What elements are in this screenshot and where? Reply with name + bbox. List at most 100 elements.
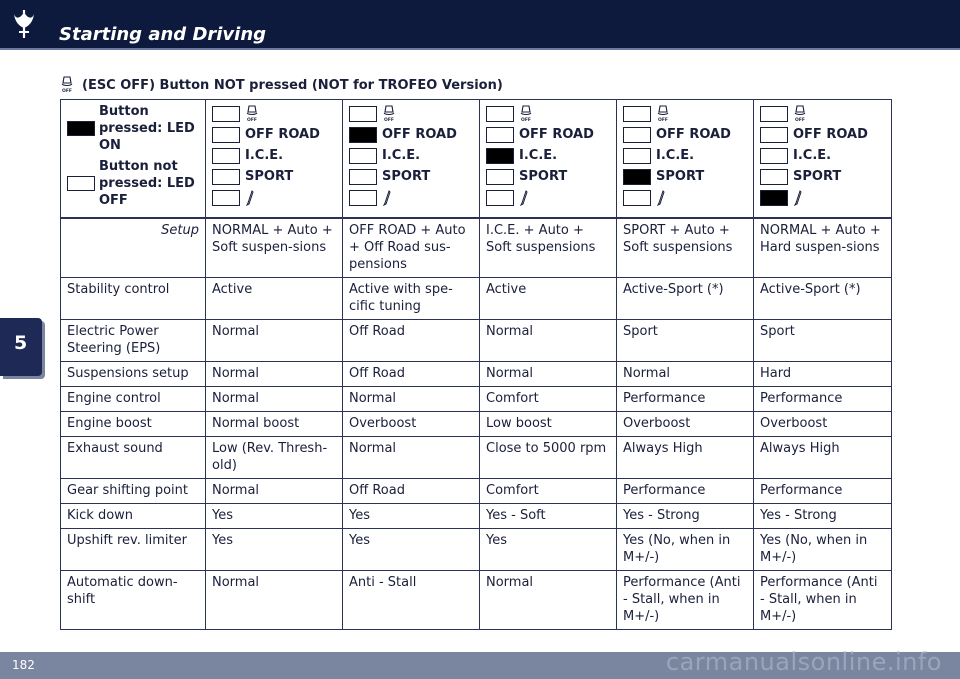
button-state-esc: OFF xyxy=(486,103,610,124)
table-cell: NORMAL + Auto + Soft suspen-sions xyxy=(205,217,343,278)
table-cell: Yes - Soft xyxy=(479,503,617,529)
led-off-swatch xyxy=(212,105,240,122)
table-row: Stability control Active Active with spe-c… xyxy=(60,277,892,320)
led-off-swatch xyxy=(212,189,240,206)
table-cell: Yes xyxy=(205,528,343,571)
table-row: Engine boost Normal boost Overboost Low boo… xyxy=(60,411,892,437)
button-state-esc: OFF xyxy=(349,103,473,124)
mode-column-4: OFF OFF ROAD I.C.E. SPORT xyxy=(616,99,754,219)
table-cell: Off Road xyxy=(342,361,480,387)
table-cell: Normal xyxy=(205,570,343,630)
button-label: I.C.E. xyxy=(656,148,695,163)
led-off-swatch xyxy=(623,126,651,143)
button-label: OFF ROAD xyxy=(245,127,320,142)
table-cell: Normal xyxy=(479,361,617,387)
table-cell: OFF ROAD + Auto + Off Road sus-pensions xyxy=(342,217,480,278)
button-state-ice: I.C.E. xyxy=(212,145,336,166)
drive-modes-table: Button pressed: LED ON Button not presse… xyxy=(60,99,892,630)
button-label: I.C.E. xyxy=(793,148,832,163)
mode-column-3: OFF OFF ROAD I.C.E. SPORT xyxy=(479,99,617,219)
led-on-swatch xyxy=(349,126,377,143)
button-state-esc: OFF xyxy=(760,103,885,124)
led-off-swatch xyxy=(486,105,514,122)
chapter-tab[interactable]: 5 xyxy=(0,318,42,376)
table-cell: Normal xyxy=(205,386,343,412)
table-cell: Active-Sport (*) xyxy=(616,277,754,320)
table-cell: Performance xyxy=(753,478,892,504)
mode-column-2: OFF OFF ROAD I.C.E. SPORT xyxy=(342,99,480,219)
table-cell: Hard xyxy=(753,361,892,387)
svg-text:OFF: OFF xyxy=(384,117,394,123)
legend-pressed-label: Button pressed: LED ON xyxy=(99,104,195,153)
esc-off-icon: OFF xyxy=(246,104,258,123)
table-cell: Off Road xyxy=(342,319,480,362)
led-on-swatch xyxy=(67,121,95,136)
table-cell: Low boost xyxy=(479,411,617,437)
suspension-icon xyxy=(519,189,528,206)
svg-text:OFF: OFF xyxy=(247,117,257,123)
table-cell: Yes (No, when in M+/-) xyxy=(753,528,892,571)
page-number: 182 xyxy=(12,658,35,672)
svg-text:OFF: OFF xyxy=(521,117,531,123)
button-label: I.C.E. xyxy=(519,148,558,163)
led-off-swatch xyxy=(486,189,514,206)
table-cell: Performance xyxy=(616,478,754,504)
section-heading: OFF (ESC OFF) Button NOT pressed (NOT fo… xyxy=(60,74,503,96)
table-cell: Sport xyxy=(753,319,892,362)
watermark: carmanualsonline.info xyxy=(665,648,942,676)
table-cell: I.C.E. + Auto + Soft suspensions xyxy=(479,217,617,278)
row-label: Stability control xyxy=(60,277,206,320)
table-row: Gear shifting point Normal Off Road Comfort… xyxy=(60,478,892,504)
button-state-off-road: OFF ROAD xyxy=(623,124,747,145)
page-title: Starting and Driving xyxy=(59,24,267,45)
chapter-number: 5 xyxy=(14,332,28,354)
table-cell: Yes xyxy=(342,528,480,571)
row-label: Upshift rev. limiter xyxy=(60,528,206,571)
row-label: Kick down xyxy=(60,503,206,529)
table-cell: Overboost xyxy=(616,411,754,437)
led-off-swatch xyxy=(623,189,651,206)
button-label: SPORT xyxy=(793,169,842,184)
led-off-swatch xyxy=(760,168,788,185)
table-row: Automatic down-shift Normal Anti - Stall No… xyxy=(60,570,892,630)
svg-text:OFF: OFF xyxy=(658,117,668,123)
suspension-icon xyxy=(382,189,391,206)
button-label: OFF ROAD xyxy=(519,127,594,142)
table-cell: Always High xyxy=(753,436,892,479)
header-divider xyxy=(0,48,960,50)
suspension-icon xyxy=(245,189,254,206)
led-on-swatch xyxy=(760,189,788,206)
table-cell: Normal xyxy=(342,386,480,412)
table-cell: SPORT + Auto + Soft suspensions xyxy=(616,217,754,278)
table-cell: Yes - Strong xyxy=(616,503,754,529)
button-state-off-road: OFF ROAD xyxy=(349,124,473,145)
table-cell: Off Road xyxy=(342,478,480,504)
button-label: OFF ROAD xyxy=(656,127,731,142)
table-row: Electric Power Steering (EPS) Normal Off R… xyxy=(60,319,892,362)
suspension-icon xyxy=(793,189,802,206)
table-cell: Always High xyxy=(616,436,754,479)
row-label: Setup xyxy=(60,217,206,278)
led-off-swatch xyxy=(349,105,377,122)
table-header-row: Button pressed: LED ON Button not presse… xyxy=(60,99,892,219)
row-label: Engine boost xyxy=(60,411,206,437)
button-state-sport: SPORT xyxy=(623,166,747,187)
table-cell: NORMAL + Auto + Hard suspen-sions xyxy=(753,217,892,278)
esc-off-icon: OFF xyxy=(383,104,395,123)
mode-column-1: OFF OFF ROAD I.C.E. SPORT xyxy=(205,99,343,219)
esc-off-icon: OFF xyxy=(61,76,73,94)
table-cell: Performance xyxy=(753,386,892,412)
button-state-suspension xyxy=(760,187,885,208)
button-state-ice: I.C.E. xyxy=(349,145,473,166)
table-cell: Yes xyxy=(479,528,617,571)
table-cell: Overboost xyxy=(753,411,892,437)
row-label: Gear shifting point xyxy=(60,478,206,504)
button-label: OFF ROAD xyxy=(382,127,457,142)
button-state-esc: OFF xyxy=(623,103,747,124)
page-header: Starting and Driving xyxy=(0,0,960,48)
suspension-icon xyxy=(656,189,665,206)
button-state-off-road: OFF ROAD xyxy=(760,124,885,145)
table-cell: Normal xyxy=(205,478,343,504)
led-off-swatch xyxy=(760,147,788,164)
led-off-swatch xyxy=(212,147,240,164)
